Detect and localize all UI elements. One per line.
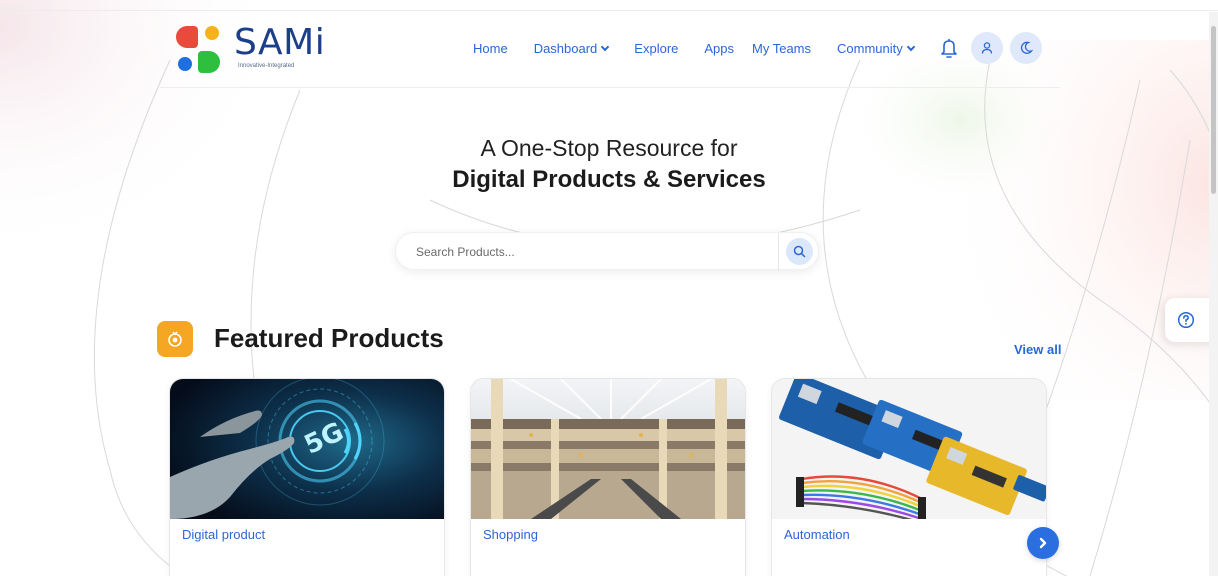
product-card-digital-product[interactable]: 5G Digital product xyxy=(169,378,445,576)
card-label: Automation xyxy=(784,527,850,542)
view-all-link[interactable]: View all xyxy=(1014,342,1061,357)
hero-title-line2: Digital Products & Services xyxy=(452,166,766,193)
search-bar xyxy=(395,232,819,271)
user-icon xyxy=(981,42,993,54)
nav-dashboard-label: Dashboard xyxy=(533,41,598,56)
page-scrollbar[interactable] xyxy=(1209,12,1218,576)
nav-explore[interactable]: Explore xyxy=(634,41,678,56)
card-label: Shopping xyxy=(483,527,538,542)
nav-home[interactable]: Home xyxy=(473,41,508,56)
brand-logo[interactable]: SAMi Innovative-Integrated xyxy=(176,20,336,80)
nav-home-label: Home xyxy=(473,41,508,56)
logo-yellow-dot xyxy=(205,26,219,40)
chevron-down-icon xyxy=(906,42,916,51)
moon-icon xyxy=(1020,41,1033,54)
chevron-right-icon xyxy=(1039,537,1047,549)
card-label: Digital product xyxy=(182,527,266,542)
nav-community[interactable]: Community xyxy=(837,41,916,56)
nav-community-label: Community xyxy=(837,41,903,56)
nav-my-teams-label: My Teams xyxy=(752,41,812,56)
shopping-mall-image xyxy=(471,379,745,519)
nav-apps-label: Apps xyxy=(704,41,735,56)
search-divider xyxy=(778,233,779,271)
product-card-automation[interactable]: Automation xyxy=(771,378,1047,576)
help-icon xyxy=(1177,311,1194,329)
theme-toggle-button[interactable] xyxy=(1010,32,1042,64)
logo-blue-dot xyxy=(178,57,192,71)
search-button[interactable] xyxy=(786,238,813,265)
logo-green-shape xyxy=(198,51,220,73)
chevron-down-icon xyxy=(601,42,610,51)
featured-icon xyxy=(157,321,193,357)
search-icon xyxy=(793,245,806,258)
brand-name: SAMi xyxy=(234,22,326,63)
top-border xyxy=(0,10,1218,11)
scrollbar-thumb[interactable] xyxy=(1211,26,1216,194)
featured-products-title: Featured Products xyxy=(214,323,444,353)
nav-dashboard[interactable]: Dashboard xyxy=(533,41,610,56)
header: SAMi Innovative-Integrated Home Dashboar… xyxy=(160,14,1060,88)
nav-explore-label: Explore xyxy=(634,41,679,56)
nav-my-teams[interactable]: My Teams xyxy=(752,41,811,56)
bell-icon[interactable] xyxy=(939,37,959,59)
search-input[interactable] xyxy=(416,242,756,262)
hero-title-line1: A One-Stop Resource for xyxy=(480,135,738,161)
5g-hand-image: 5G xyxy=(170,379,444,519)
product-card-shopping[interactable]: Shopping xyxy=(470,378,746,576)
arduino-boards-image xyxy=(772,379,1046,519)
main-nav: Home Dashboard Explore Apps My Teams Com… xyxy=(473,41,940,56)
logo-red-shape xyxy=(176,26,198,48)
carousel-next-button[interactable] xyxy=(1027,527,1059,559)
brand-tagline: Innovative-Integrated xyxy=(238,63,295,69)
user-profile-button[interactable] xyxy=(971,32,1003,64)
nav-apps[interactable]: Apps xyxy=(704,41,734,56)
